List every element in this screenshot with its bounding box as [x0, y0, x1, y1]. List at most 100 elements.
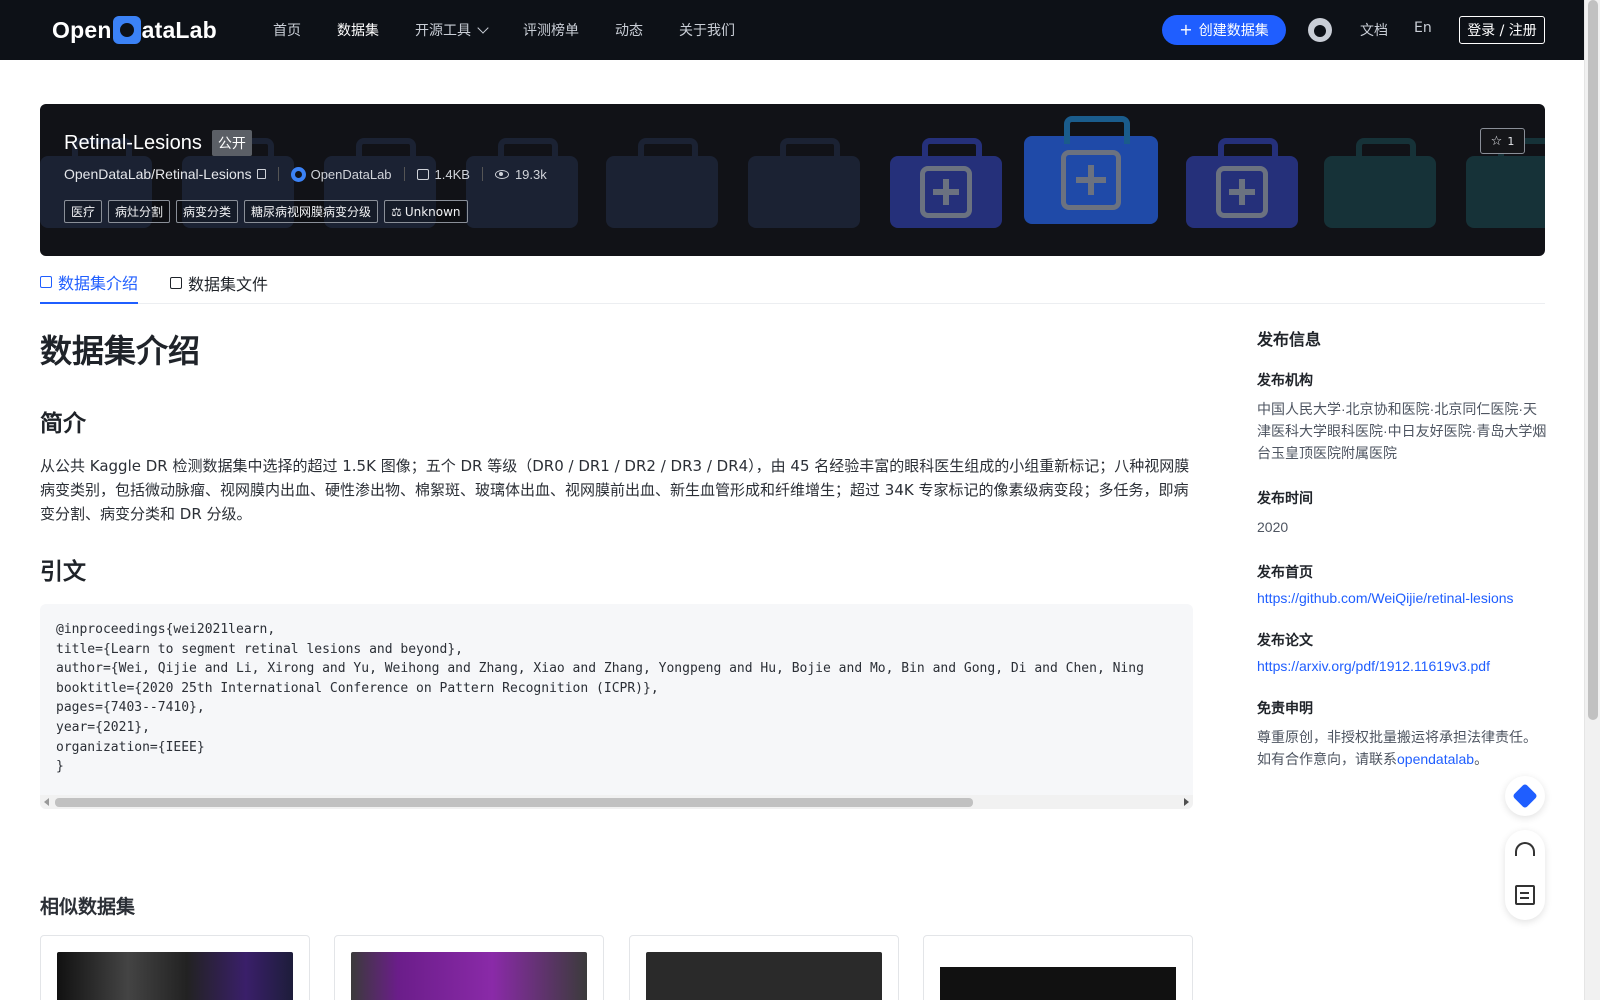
homepage-label: 发布首页 [1257, 565, 1313, 581]
file-icon [170, 277, 183, 289]
citation-code-block: @inproceedings{wei2021learn, title={Lear… [40, 604, 1193, 809]
similar-dataset-card[interactable] [923, 935, 1193, 1000]
medical-case-icon [606, 138, 718, 228]
logo-text-left: Open [52, 16, 112, 43]
publisher-label: 发布机构 [1257, 373, 1313, 389]
publish-info-panel: 发布信息 发布机构 中国人民大学·北京协和医院·北京同仁医院·天津医科大学眼科医… [1257, 326, 1547, 794]
citation-code: @inproceedings{wei2021learn, title={Lear… [56, 622, 1144, 775]
nav-item-tools[interactable]: 开源工具 [415, 20, 489, 40]
disclaimer-label: 免责申明 [1257, 701, 1313, 717]
code-scrollbar-thumb[interactable] [55, 798, 973, 807]
meta-divider [403, 167, 405, 181]
paper-link[interactable]: https://arxiv.org/pdf/1912.11619v3.pdf [1257, 658, 1547, 674]
contact-link[interactable]: opendatalab [1397, 751, 1474, 767]
tag-list: 医疗 病灶分割 病变分类 糖尿病视网膜病变分级 ⚖ Unknown [64, 200, 474, 223]
code-horizontal-scrollbar[interactable] [40, 795, 1193, 809]
similar-dataset-card[interactable] [40, 935, 310, 1000]
scale-icon: ⚖ [391, 204, 402, 219]
star-button[interactable]: ☆ 1 [1480, 128, 1525, 154]
diamond-logo-icon [1512, 783, 1538, 809]
nav-item-leaderboard[interactable]: 评测榜单 [523, 20, 579, 40]
logo-text-right: ataLab [141, 16, 217, 43]
dataset-title-text: Retinal-Lesions [64, 131, 202, 154]
tag-chip[interactable]: 病灶分割 [108, 200, 171, 223]
dataset-meta: OpenDataLab/Retinal-Lesions OpenDataLab … [64, 166, 547, 182]
license-text: Unknown [404, 204, 461, 219]
tab-files-label: 数据集文件 [188, 275, 269, 294]
tag-chip[interactable]: 病变分类 [176, 200, 239, 223]
nav-item-tools-label: 开源工具 [415, 23, 471, 39]
intro-heading: 简介 [40, 411, 86, 437]
create-dataset-label: 创建数据集 [1198, 23, 1269, 39]
nav-menu: 首页 数据集 开源工具 评测榜单 动态 关于我们 [273, 0, 771, 60]
license-chip[interactable]: ⚖ Unknown [384, 200, 468, 223]
homepage-link[interactable]: https://github.com/WeiQijie/retinal-lesi… [1257, 590, 1547, 606]
dataset-thumbnail [351, 952, 587, 1000]
disclaimer-text: 尊重原创，非授权批量搬运将承担法律责任。 如有合作意向，请联系opendatal… [1257, 726, 1547, 770]
docs-link[interactable]: 文档 [1360, 20, 1388, 40]
floating-logo-button[interactable] [1505, 776, 1545, 816]
dataset-thumbnail [646, 952, 882, 1000]
dataset-banner: Retinal-Lesions 公开 OpenDataLab/Retinal-L… [40, 104, 1545, 256]
create-dataset-button[interactable]: + 创建数据集 [1162, 15, 1286, 45]
page-title: 数据集介绍 [40, 332, 201, 370]
publisher-value: 中国人民大学·北京协和医院·北京同仁医院·天津医科大学眼科医院·中日友好医院·青… [1257, 401, 1547, 461]
medical-case-icon [1466, 138, 1545, 228]
nav-item-home[interactable]: 首页 [273, 20, 301, 40]
dataset-size: 1.4KB [434, 166, 470, 182]
page-scrollbar[interactable] [1584, 0, 1600, 1000]
plus-icon: + [1179, 20, 1193, 39]
org-name[interactable]: OpenDataLab [311, 167, 392, 182]
login-register-button[interactable]: 登录 / 注册 [1459, 16, 1545, 44]
eye-icon [494, 169, 509, 179]
dataset-tabs: 数据集介绍 数据集文件 [40, 262, 1545, 304]
logo-mark-icon [112, 16, 141, 44]
opendatalab-logo[interactable]: Open ataLab [52, 14, 217, 46]
tab-introduction[interactable]: 数据集介绍 [40, 262, 139, 304]
disclaimer-line: 尊重原创，非授权批量搬运将承担法律责任。 [1257, 729, 1537, 745]
disclaimer-line: 如有合作意向，请联系opendatalab。 [1257, 748, 1547, 770]
medical-case-icon [1024, 116, 1158, 224]
medical-cross-icon [920, 166, 972, 218]
nav-item-news[interactable]: 动态 [615, 20, 643, 40]
feedback-icon[interactable] [1515, 885, 1535, 905]
intro-text: 从公共 Kaggle DR 检测数据集中选择的超过 1.5K 图像；五个 DR … [40, 457, 1190, 523]
medical-cross-icon [1216, 166, 1268, 218]
dataset-thumbnail [940, 952, 1176, 1000]
similar-dataset-card[interactable] [629, 935, 899, 1000]
publish-time-value: 2020 [1257, 519, 1289, 535]
nav-item-datasets[interactable]: 数据集 [337, 20, 379, 40]
scroll-right-icon[interactable] [1184, 798, 1189, 806]
org-avatar-icon [290, 166, 306, 182]
language-switch[interactable]: En [1414, 20, 1432, 36]
medical-case-icon [1324, 138, 1436, 228]
medical-case-icon [890, 138, 1002, 228]
chevron-down-icon [477, 22, 489, 34]
tab-files[interactable]: 数据集文件 [170, 262, 268, 304]
paper-label: 发布论文 [1257, 633, 1313, 649]
medical-case-icon [1186, 138, 1298, 228]
similar-dataset-card[interactable] [334, 935, 604, 1000]
nav-item-about[interactable]: 关于我们 [679, 20, 735, 40]
tag-chip[interactable]: 医疗 [64, 200, 103, 223]
similar-datasets-heading: 相似数据集 [40, 896, 136, 918]
scroll-left-icon[interactable] [44, 798, 49, 806]
meta-divider [277, 167, 279, 181]
floating-actions [1505, 830, 1545, 920]
star-icon: ☆ [1490, 133, 1503, 149]
visibility-badge: 公开 [211, 130, 252, 156]
tab-introduction-label: 数据集介绍 [58, 274, 139, 293]
view-count: 19.3k [514, 166, 547, 182]
star-count: 1 [1507, 134, 1515, 148]
medical-case-icon [748, 138, 860, 228]
copy-icon[interactable] [256, 169, 266, 179]
tag-chip[interactable]: 糖尿病视网膜病变分级 [244, 200, 379, 223]
meta-divider [481, 167, 483, 181]
github-icon[interactable] [1308, 18, 1332, 42]
page-scrollbar-thumb[interactable] [1588, 0, 1598, 720]
disclaimer-suffix: 。 [1474, 751, 1489, 767]
disclaimer-prefix: 如有合作意向，请联系 [1257, 751, 1397, 767]
headset-icon[interactable] [1515, 842, 1535, 856]
top-nav: Open ataLab 首页 数据集 开源工具 评测榜单 动态 关于我们 + 创… [0, 0, 1584, 60]
publish-info-title: 发布信息 [1257, 330, 1322, 349]
